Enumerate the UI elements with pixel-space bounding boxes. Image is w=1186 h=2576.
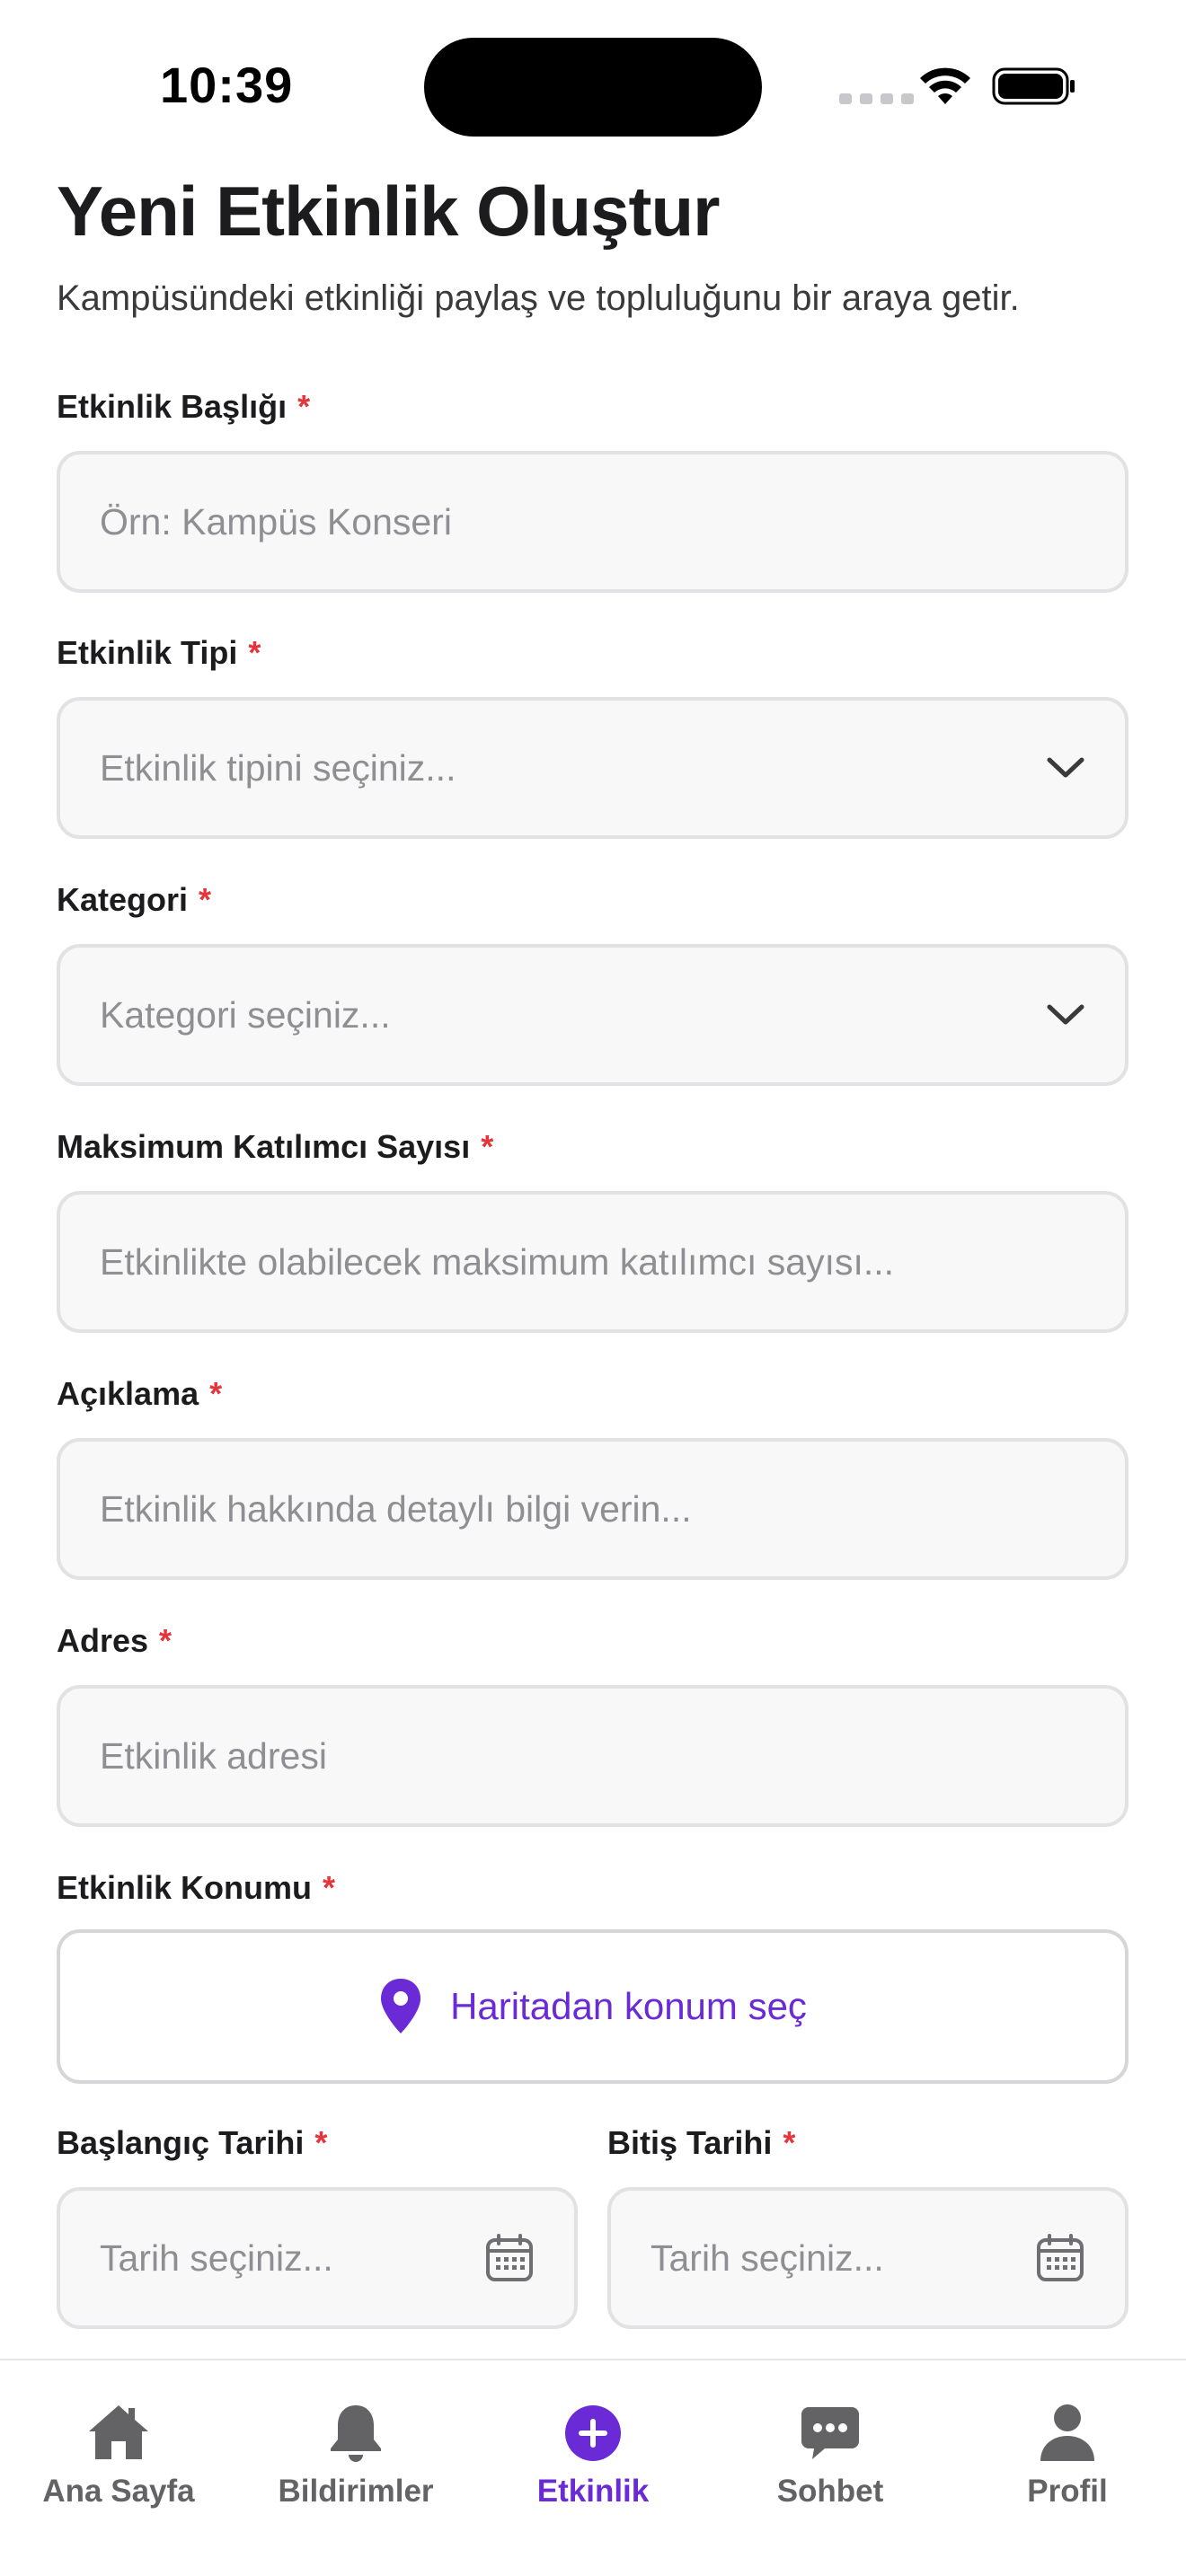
event-title-input[interactable] bbox=[100, 500, 1085, 543]
required-marker: * bbox=[323, 1869, 336, 1906]
max-participants-field[interactable] bbox=[57, 1191, 1128, 1333]
start-date-placeholder: Tarih seçiniz... bbox=[100, 2236, 333, 2279]
category-select[interactable]: Kategori seçiniz... bbox=[57, 944, 1128, 1086]
status-time: 10:39 bbox=[160, 57, 294, 113]
location-label: Etkinlik Konumu * bbox=[57, 1869, 336, 1906]
tab-notifications-label: Bildirimler bbox=[278, 2474, 434, 2509]
bell-icon bbox=[331, 2405, 381, 2462]
tab-chat-label: Sohbet bbox=[776, 2474, 884, 2509]
chevron-down-icon bbox=[1047, 757, 1084, 778]
page-subtitle: Kampüsündeki etkinliği paylaş ve toplulu… bbox=[57, 278, 1020, 318]
end-date-label: Bitiş Tarihi * bbox=[607, 2124, 796, 2161]
home-icon bbox=[89, 2405, 148, 2459]
map-pin-icon bbox=[381, 1979, 421, 2033]
event-title-field[interactable] bbox=[57, 451, 1128, 593]
end-date-placeholder: Tarih seçiniz... bbox=[651, 2236, 884, 2279]
address-field[interactable] bbox=[57, 1685, 1128, 1827]
tab-create-event[interactable]: Etkinlik bbox=[474, 2360, 712, 2576]
chevron-down-icon bbox=[1047, 1004, 1084, 1025]
pick-location-label: Haritadan konum seç bbox=[450, 1985, 807, 2027]
status-bar: 10:39 bbox=[0, 0, 1186, 162]
wifi-icon bbox=[920, 67, 970, 104]
dynamic-island bbox=[424, 38, 762, 137]
category-label: Kategori * bbox=[57, 881, 212, 918]
cellular-signal-icon bbox=[839, 93, 914, 104]
event-type-select[interactable]: Etkinlik tipini seçiniz... bbox=[57, 697, 1128, 839]
tab-home[interactable]: Ana Sayfa bbox=[0, 2360, 237, 2576]
required-marker: * bbox=[783, 2124, 796, 2161]
required-marker: * bbox=[248, 634, 261, 671]
tab-profile-label: Profil bbox=[1027, 2474, 1108, 2509]
required-marker: * bbox=[297, 388, 311, 425]
event-title-label: Etkinlik Başlığı * bbox=[57, 388, 311, 425]
address-label: Adres * bbox=[57, 1622, 173, 1659]
category-placeholder: Kategori seçiniz... bbox=[100, 993, 391, 1036]
required-marker: * bbox=[159, 1622, 173, 1659]
address-input[interactable] bbox=[100, 1734, 1085, 1778]
person-icon bbox=[1040, 2404, 1094, 2461]
event-type-label: Etkinlik Tipi * bbox=[57, 634, 261, 671]
tab-create-event-label: Etkinlik bbox=[536, 2474, 650, 2509]
required-marker: * bbox=[481, 1128, 494, 1165]
tab-profile[interactable]: Profil bbox=[949, 2360, 1186, 2576]
plus-circle-icon bbox=[565, 2405, 621, 2461]
calendar-icon bbox=[486, 2234, 533, 2281]
required-marker: * bbox=[209, 1375, 223, 1412]
start-date-label: Başlangıç Tarihi * bbox=[57, 2124, 328, 2161]
calendar-icon bbox=[1037, 2234, 1084, 2281]
chat-bubble-icon bbox=[801, 2407, 859, 2459]
tab-home-label: Ana Sayfa bbox=[42, 2474, 195, 2509]
start-date-field[interactable]: Tarih seçiniz... bbox=[57, 2187, 578, 2329]
tab-chat[interactable]: Sohbet bbox=[712, 2360, 949, 2576]
tab-bar: Ana Sayfa Bildirimler Etkinlik Sohbet Pr… bbox=[0, 2359, 1186, 2576]
tab-notifications[interactable]: Bildirimler bbox=[237, 2360, 474, 2576]
event-type-placeholder: Etkinlik tipini seçiniz... bbox=[100, 746, 456, 789]
pick-location-button[interactable]: Haritadan konum seç bbox=[57, 1929, 1128, 2084]
description-input[interactable] bbox=[100, 1487, 1085, 1531]
max-participants-label: Maksimum Katılımcı Sayısı * bbox=[57, 1128, 494, 1165]
end-date-field[interactable]: Tarih seçiniz... bbox=[607, 2187, 1128, 2329]
required-marker: * bbox=[199, 881, 212, 918]
required-marker: * bbox=[314, 2124, 328, 2161]
battery-icon bbox=[992, 67, 1075, 105]
description-field[interactable] bbox=[57, 1438, 1128, 1580]
page-title: Yeni Etkinlik Oluştur bbox=[57, 172, 721, 251]
max-participants-input[interactable] bbox=[100, 1240, 1085, 1284]
description-label: Açıklama * bbox=[57, 1375, 223, 1412]
